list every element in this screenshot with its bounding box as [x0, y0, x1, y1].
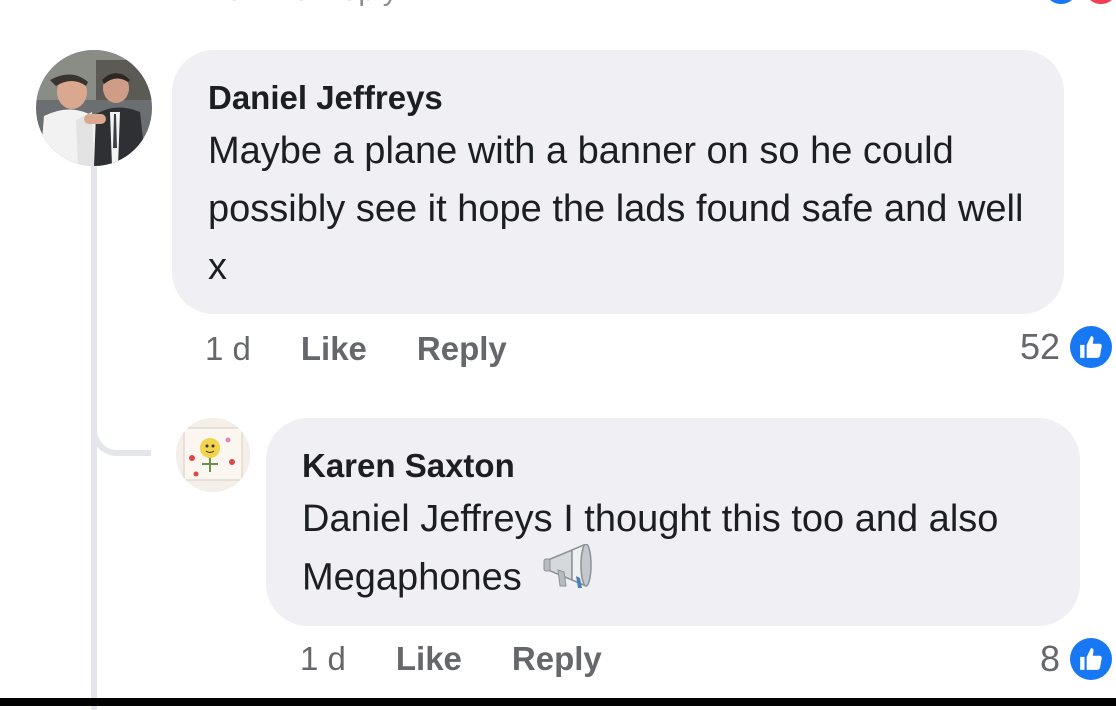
like-reaction-icon: [1044, 0, 1078, 4]
comment-author[interactable]: Daniel Jeffreys: [208, 78, 1028, 118]
avatar[interactable]: [36, 50, 152, 166]
comment-text: Daniel Jeffreys I thought this too and a…: [302, 498, 999, 599]
reaction-summary[interactable]: 8: [1040, 638, 1112, 680]
thumbs-up-icon: [1070, 326, 1112, 368]
thumbs-up-icon: [1070, 638, 1112, 680]
reaction-count: 52: [1019, 326, 1060, 367]
reaction-count: 8: [1039, 638, 1060, 679]
comment-author[interactable]: Karen Saxton: [302, 446, 1044, 486]
like-button[interactable]: Like: [301, 330, 367, 368]
comment-text: Maybe a plane with a banner on so he cou…: [208, 130, 1024, 288]
bottom-bar: [0, 698, 1116, 706]
like-button[interactable]: Like: [396, 640, 462, 678]
reply-button[interactable]: Reply: [417, 330, 507, 368]
comment-bubble: Daniel Jeffreys Maybe a plane with a ban…: [172, 50, 1064, 314]
love-reaction-icon: [1084, 0, 1116, 4]
reply-button[interactable]: Reply: [512, 640, 602, 678]
thread-branch: [91, 406, 151, 456]
comment-actions: 1 d Like Reply: [300, 640, 652, 678]
comment-bubble: Karen Saxton Daniel Jeffreys I thought t…: [266, 418, 1080, 626]
avatar[interactable]: [176, 418, 250, 492]
reaction-summary[interactable]: 52: [1020, 326, 1112, 368]
comment-actions: 1 d Like Reply: [205, 330, 557, 368]
previous-comment-actions: 1d Like Reply: [210, 0, 398, 8]
comment-text-wrapper: Daniel Jeffreys I thought this too and a…: [302, 490, 1044, 611]
megaphone-icon: [542, 542, 598, 607]
comment-timestamp[interactable]: 1 d: [205, 330, 251, 368]
previous-reactions: [1044, 0, 1116, 4]
comment-timestamp[interactable]: 1 d: [300, 640, 346, 678]
